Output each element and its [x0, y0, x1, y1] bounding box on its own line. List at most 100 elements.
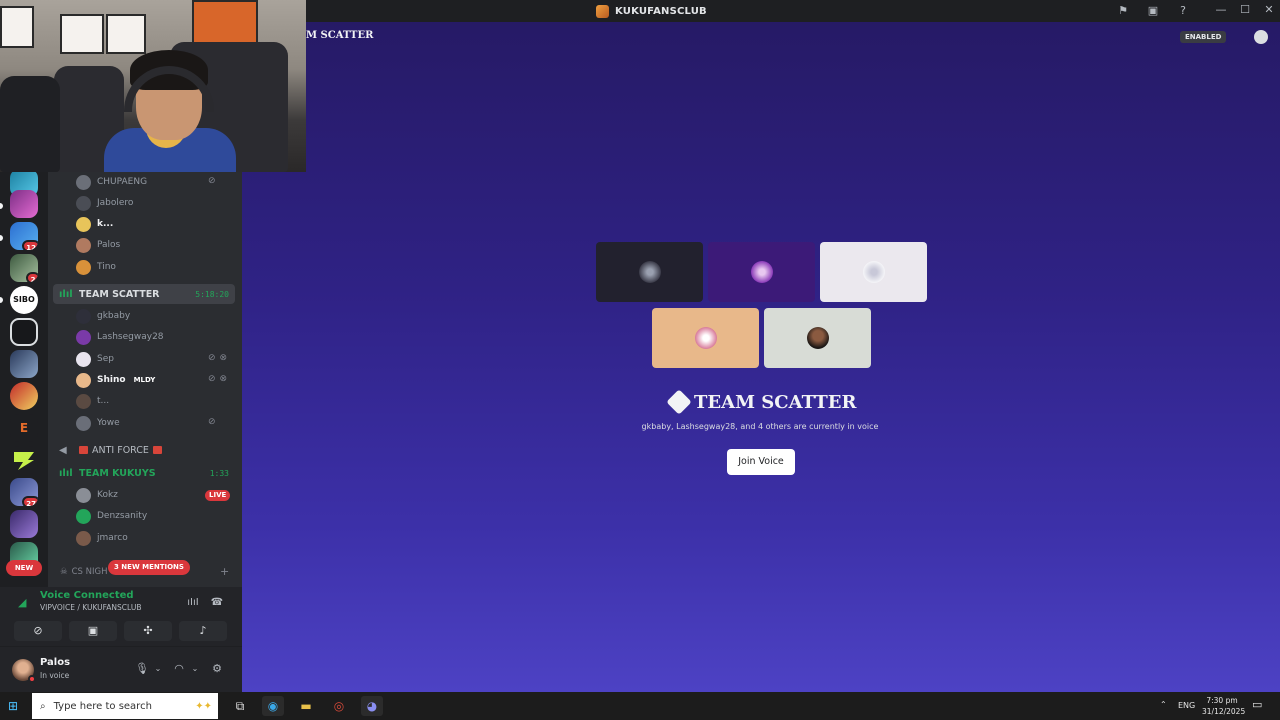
server-icon-8[interactable]: E	[10, 414, 38, 442]
taskbar-search-box[interactable]: ⌕ Type here to search ✦✦	[32, 693, 218, 719]
server-icon-6[interactable]	[10, 350, 38, 378]
voice-channel-icon: ılıl	[59, 467, 73, 479]
mention-badge: 27	[22, 496, 38, 506]
avatar	[76, 259, 91, 275]
participant-tile[interactable]	[652, 308, 759, 368]
join-voice-button[interactable]: Join Voice	[727, 449, 795, 475]
notification-icon[interactable]: ▭	[1252, 698, 1262, 711]
chevron-down-icon[interactable]: ⌄	[188, 661, 202, 677]
add-channel-icon[interactable]: +	[220, 565, 229, 578]
voice-user[interactable]: gkbaby	[76, 307, 130, 325]
server-icon-5[interactable]	[10, 318, 38, 346]
voice-user[interactable]: Lashsegway28	[76, 328, 164, 346]
windows-start-icon[interactable]: ⊞	[8, 699, 22, 713]
server-icon-2[interactable]: 12	[10, 222, 38, 250]
voice-channel-view	[242, 22, 1280, 692]
close-button[interactable]: ✕	[1262, 3, 1276, 17]
activities-button[interactable]: ✣	[124, 621, 172, 641]
channel-name: TEAM KUKUYS	[79, 467, 156, 479]
server-icon-11[interactable]	[10, 510, 38, 538]
voice-user-name: t...	[97, 396, 110, 406]
category-name: CS NIGH	[71, 567, 108, 577]
speaker-icon: ◀	[59, 444, 67, 456]
task-view-icon[interactable]: ⧉	[229, 696, 251, 716]
tray-chevron-icon[interactable]: ⌃	[1160, 700, 1167, 709]
camera-off-icon: ⊘	[33, 624, 43, 637]
disconnect-icon[interactable]: ☎	[209, 596, 225, 610]
unread-pill	[0, 297, 3, 303]
participant-tile[interactable]	[764, 308, 871, 368]
voice-user[interactable]: jmarco	[76, 529, 128, 547]
new-mentions-pill[interactable]: 3 NEW MENTIONS	[108, 560, 190, 575]
channel-name: TEAM SCATTER	[79, 288, 160, 300]
voice-user[interactable]: CHUPAENG	[76, 173, 147, 191]
voice-user[interactable]: Kokz	[76, 486, 118, 504]
screen-share-button[interactable]: ▣	[69, 621, 117, 641]
voice-channel-team-scatter[interactable]: ılıl TEAM SCATTER 5:18:20	[53, 284, 235, 304]
minimize-button[interactable]: —	[1214, 3, 1228, 17]
voice-user-name: Denzsanity	[97, 511, 148, 521]
chevron-down-icon[interactable]: ⌄	[151, 661, 165, 677]
voice-user[interactable]: Denzsanity	[76, 507, 147, 525]
participant-tile[interactable]	[820, 242, 927, 302]
user-status-text: In voice	[40, 671, 70, 680]
voice-channel-path[interactable]: VIPVOICE / KUKUFANSCLUB	[40, 603, 141, 612]
app-icon-red[interactable]: ◎	[328, 696, 350, 716]
discord-icon[interactable]: ◕	[361, 696, 383, 716]
user-name[interactable]: Palos	[40, 657, 70, 668]
camera-button[interactable]: ⊘	[14, 621, 62, 641]
server-icon-10[interactable]: 27	[10, 478, 38, 506]
file-explorer-icon[interactable]: ▬	[295, 696, 317, 716]
enabled-badge[interactable]: ENABLED	[1180, 31, 1227, 43]
signal-icon[interactable]: ◢	[18, 596, 26, 609]
voice-user[interactable]: Yowe	[76, 414, 120, 432]
soundboard-icon: ♪	[199, 624, 207, 637]
maximize-button[interactable]: ☐	[1238, 3, 1252, 17]
server-icon-4[interactable]: SIBO	[10, 286, 38, 314]
avatar	[76, 237, 91, 253]
server-icon-7[interactable]	[10, 382, 38, 410]
voice-user[interactable]: Shino MLDY	[76, 371, 155, 389]
avatar	[76, 508, 91, 524]
taskbar-clock[interactable]: 7:30 pm 31/12/2025	[1202, 695, 1245, 717]
avatar	[694, 327, 717, 349]
voice-channel-anti-force[interactable]: ◀ ANTI FORCE	[53, 440, 235, 460]
noise-suppression-icon[interactable]: ıIıI	[185, 596, 201, 610]
participant-tile[interactable]	[596, 242, 703, 302]
language-indicator[interactable]: ENG	[1178, 701, 1195, 710]
edge-browser-icon[interactable]: ◉	[262, 696, 284, 716]
mention-badge: 12	[22, 240, 38, 250]
voice-user[interactable]: Tino	[76, 258, 116, 276]
wall-frame	[192, 0, 258, 44]
voice-status[interactable]: Voice Connected	[40, 590, 134, 601]
voice-channel-title-text: TEAM SCATTER	[694, 391, 857, 413]
sparkle-icon: ✦✦	[195, 700, 212, 712]
voice-user[interactable]: Jabolero	[76, 194, 133, 212]
voice-user-name: Tino	[97, 262, 116, 272]
voice-channel-team-kukuys[interactable]: ılıl TEAM KUKUYS 1:33	[53, 463, 235, 483]
microphone-icon[interactable]: 🎙	[135, 661, 149, 677]
soundboard-button[interactable]: ♪	[179, 621, 227, 641]
screen-share-icon[interactable]: ▣	[1146, 4, 1160, 18]
headphones-icon[interactable]: ◠	[172, 661, 186, 677]
voice-user[interactable]: Palos	[76, 236, 120, 254]
help-icon[interactable]: ?	[1176, 4, 1190, 18]
voice-user-name: jmarco	[97, 533, 128, 543]
avatar	[76, 415, 91, 431]
server-icon-3[interactable]: 2	[10, 254, 38, 282]
channel-category[interactable]: ☠ CS NIGH	[60, 567, 108, 577]
voice-user[interactable]: k...	[76, 215, 113, 233]
avatar	[76, 530, 91, 546]
voice-user[interactable]: t...	[76, 392, 109, 410]
lightning-logo-icon	[14, 452, 34, 470]
chat-icon[interactable]	[1254, 30, 1268, 44]
settings-gear-icon[interactable]: ⚙	[210, 661, 224, 677]
skull-icon: ☠	[60, 567, 68, 577]
voice-user[interactable]: Sep	[76, 350, 114, 368]
flag-emoji-icon	[152, 446, 162, 454]
flag-icon[interactable]: ⚑	[1116, 4, 1130, 18]
server-icon-9[interactable]	[10, 446, 38, 474]
participant-tile[interactable]	[708, 242, 815, 302]
server-icon-1b[interactable]	[10, 190, 38, 218]
new-unreads-pill[interactable]: NEW	[6, 560, 42, 576]
